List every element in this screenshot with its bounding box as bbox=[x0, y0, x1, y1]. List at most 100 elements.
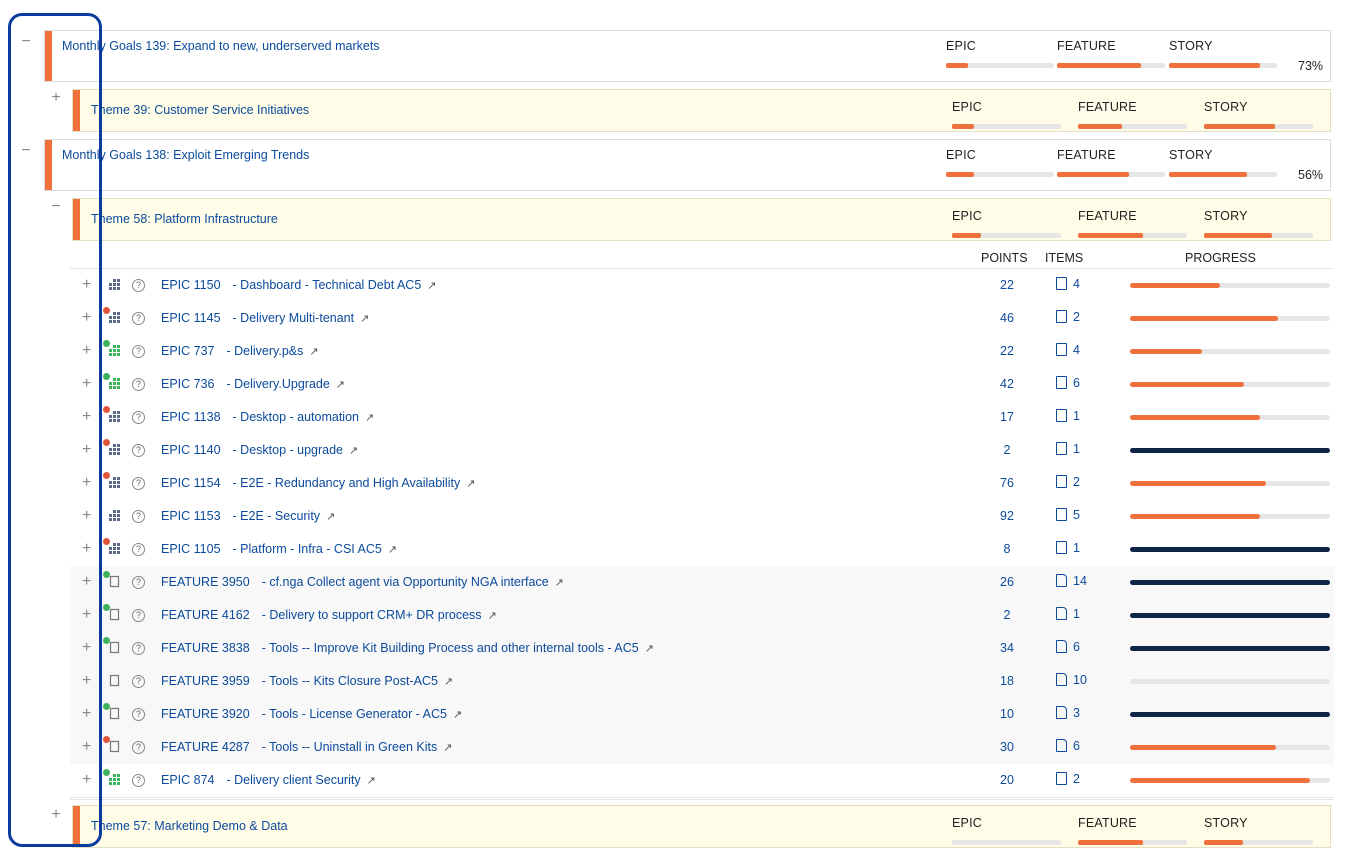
item-link[interactable]: FEATURE 3838 - Tools -- Improve Kit Build… bbox=[161, 641, 654, 655]
items-count[interactable]: 6 bbox=[1056, 376, 1080, 390]
table-row[interactable]: +? EPIC 737 - Delivery.p&s ↗ 22 4 bbox=[70, 335, 1334, 369]
table-row[interactable]: +? FEATURE 3920 - Tools - License Generato… bbox=[70, 698, 1334, 732]
item-link[interactable]: EPIC 736 - Delivery.Upgrade ↗ bbox=[161, 377, 345, 391]
help-icon[interactable]: ? bbox=[132, 741, 145, 754]
item-link[interactable]: FEATURE 4287 - Tools -- Uninstall in Gree… bbox=[161, 740, 452, 754]
items-count[interactable]: 2 bbox=[1056, 772, 1080, 786]
items-count[interactable]: 6 bbox=[1056, 739, 1080, 753]
table-row[interactable]: +? EPIC 736 - Delivery.Upgrade ↗ 42 6 bbox=[70, 368, 1334, 402]
table-row[interactable]: +? EPIC 874 - Delivery client Security ↗ 20 2 bbox=[70, 764, 1334, 798]
table-row[interactable]: +? EPIC 1140 - Desktop - upgrade ↗ 2 1 bbox=[70, 434, 1334, 468]
help-icon[interactable]: ? bbox=[132, 543, 145, 556]
items-count[interactable]: 14 bbox=[1056, 574, 1087, 588]
item-link[interactable]: FEATURE 3959 - Tools -- Kits Closure Post… bbox=[161, 674, 453, 688]
points-value[interactable]: 17 bbox=[985, 410, 1029, 424]
expand-row-icon[interactable]: + bbox=[82, 706, 91, 722]
points-value[interactable]: 34 bbox=[985, 641, 1029, 655]
help-icon[interactable]: ? bbox=[132, 378, 145, 391]
item-link[interactable]: FEATURE 3920 - Tools - License Generator … bbox=[161, 707, 462, 721]
points-value[interactable]: 46 bbox=[985, 311, 1029, 325]
expand-toggle-theme-57[interactable]: + bbox=[49, 807, 63, 823]
items-count[interactable]: 3 bbox=[1056, 706, 1080, 720]
item-link[interactable]: EPIC 1138 - Desktop - automation ↗ bbox=[161, 410, 374, 424]
expand-row-icon[interactable]: + bbox=[82, 541, 91, 557]
items-count[interactable]: 1 bbox=[1056, 442, 1080, 456]
help-icon[interactable]: ? bbox=[132, 279, 145, 292]
table-row[interactable]: +? EPIC 1138 - Desktop - automation ↗ 17 1 bbox=[70, 401, 1334, 435]
points-value[interactable]: 10 bbox=[985, 707, 1029, 721]
points-value[interactable]: 76 bbox=[985, 476, 1029, 490]
points-value[interactable]: 30 bbox=[985, 740, 1029, 754]
external-link-icon[interactable]: ↗ bbox=[365, 412, 374, 424]
table-row[interactable]: +? FEATURE 3950 - cf.nga Collect agent via… bbox=[70, 566, 1334, 600]
expand-toggle-theme-39[interactable]: + bbox=[49, 90, 63, 106]
table-row[interactable]: +? EPIC 1154 - E2E - Redundancy and High A… bbox=[70, 467, 1334, 501]
item-link[interactable]: EPIC 1153 - E2E - Security ↗ bbox=[161, 509, 335, 523]
expand-row-icon[interactable]: + bbox=[82, 508, 91, 524]
items-count[interactable]: 1 bbox=[1056, 409, 1080, 423]
external-link-icon[interactable]: ↗ bbox=[555, 577, 564, 589]
item-link[interactable]: EPIC 874 - Delivery client Security ↗ bbox=[161, 773, 376, 787]
expand-row-icon[interactable]: + bbox=[82, 772, 91, 788]
table-row[interactable]: +? FEATURE 4162 - Delivery to support CRM+… bbox=[70, 599, 1334, 633]
items-count[interactable]: 10 bbox=[1056, 673, 1087, 687]
expand-row-icon[interactable]: + bbox=[82, 673, 91, 689]
external-link-icon[interactable]: ↗ bbox=[326, 511, 335, 523]
help-icon[interactable]: ? bbox=[132, 312, 145, 325]
expand-row-icon[interactable]: + bbox=[82, 640, 91, 656]
item-link[interactable]: EPIC 737 - Delivery.p&s ↗ bbox=[161, 344, 319, 358]
items-count[interactable]: 2 bbox=[1056, 310, 1080, 324]
column-header-points[interactable]: POINTS bbox=[981, 251, 1028, 265]
theme-title-link[interactable]: Theme 58: Platform Infrastructure bbox=[91, 212, 278, 226]
item-link[interactable]: EPIC 1140 - Desktop - upgrade ↗ bbox=[161, 443, 358, 457]
items-count[interactable]: 1 bbox=[1056, 541, 1080, 555]
external-link-icon[interactable]: ↗ bbox=[367, 775, 376, 787]
help-icon[interactable]: ? bbox=[132, 444, 145, 457]
help-icon[interactable]: ? bbox=[132, 477, 145, 490]
help-icon[interactable]: ? bbox=[132, 411, 145, 424]
help-icon[interactable]: ? bbox=[132, 510, 145, 523]
help-icon[interactable]: ? bbox=[132, 345, 145, 358]
expand-row-icon[interactable]: + bbox=[82, 310, 91, 326]
table-row[interactable]: +? EPIC 1145 - Delivery Multi-tenant ↗ 46 2 bbox=[70, 302, 1334, 336]
items-count[interactable]: 5 bbox=[1056, 508, 1080, 522]
points-value[interactable]: 92 bbox=[985, 509, 1029, 523]
points-value[interactable]: 18 bbox=[985, 674, 1029, 688]
item-link[interactable]: EPIC 1145 - Delivery Multi-tenant ↗ bbox=[161, 311, 369, 325]
table-row[interactable]: +? FEATURE 3959 - Tools -- Kits Closure Po… bbox=[70, 665, 1334, 699]
external-link-icon[interactable]: ↗ bbox=[427, 280, 436, 292]
external-link-icon[interactable]: ↗ bbox=[360, 313, 369, 325]
item-link[interactable]: FEATURE 4162 - Delivery to support CRM+ D… bbox=[161, 608, 497, 622]
table-row[interactable]: +? EPIC 1150 - Dashboard - Technical Debt … bbox=[70, 269, 1334, 303]
item-link[interactable]: EPIC 1150 - Dashboard - Technical Debt AC… bbox=[161, 278, 437, 292]
expand-row-icon[interactable]: + bbox=[82, 343, 91, 359]
table-row[interactable]: +? FEATURE 4287 - Tools -- Uninstall in Gr… bbox=[70, 731, 1334, 765]
external-link-icon[interactable]: ↗ bbox=[349, 445, 358, 457]
external-link-icon[interactable]: ↗ bbox=[309, 346, 318, 358]
item-link[interactable]: EPIC 1105 - Platform - Infra - CSI AC5 ↗ bbox=[161, 542, 397, 556]
points-value[interactable]: 20 bbox=[985, 773, 1029, 787]
collapse-toggle-goal-139[interactable]: − bbox=[19, 34, 33, 50]
help-icon[interactable]: ? bbox=[132, 675, 145, 688]
points-value[interactable]: 8 bbox=[985, 542, 1029, 556]
help-icon[interactable]: ? bbox=[132, 642, 145, 655]
external-link-icon[interactable]: ↗ bbox=[453, 709, 462, 721]
item-link[interactable]: EPIC 1154 - E2E - Redundancy and High Ava… bbox=[161, 476, 475, 490]
table-row[interactable]: +? FEATURE 3838 - Tools -- Improve Kit Bui… bbox=[70, 632, 1334, 666]
points-value[interactable]: 42 bbox=[985, 377, 1029, 391]
column-header-progress[interactable]: PROGRESS bbox=[1185, 251, 1256, 265]
help-icon[interactable]: ? bbox=[132, 708, 145, 721]
column-header-items[interactable]: ITEMS bbox=[1045, 251, 1083, 265]
expand-row-icon[interactable]: + bbox=[82, 607, 91, 623]
external-link-icon[interactable]: ↗ bbox=[466, 478, 475, 490]
items-count[interactable]: 4 bbox=[1056, 277, 1080, 291]
collapse-toggle-theme-58[interactable]: − bbox=[49, 199, 63, 215]
external-link-icon[interactable]: ↗ bbox=[488, 610, 497, 622]
points-value[interactable]: 22 bbox=[985, 344, 1029, 358]
goal-title-link[interactable]: Monthly Goals 139: Expand to new, unders… bbox=[62, 39, 380, 53]
external-link-icon[interactable]: ↗ bbox=[443, 742, 452, 754]
items-count[interactable]: 1 bbox=[1056, 607, 1080, 621]
expand-row-icon[interactable]: + bbox=[82, 475, 91, 491]
expand-row-icon[interactable]: + bbox=[82, 442, 91, 458]
external-link-icon[interactable]: ↗ bbox=[444, 676, 453, 688]
